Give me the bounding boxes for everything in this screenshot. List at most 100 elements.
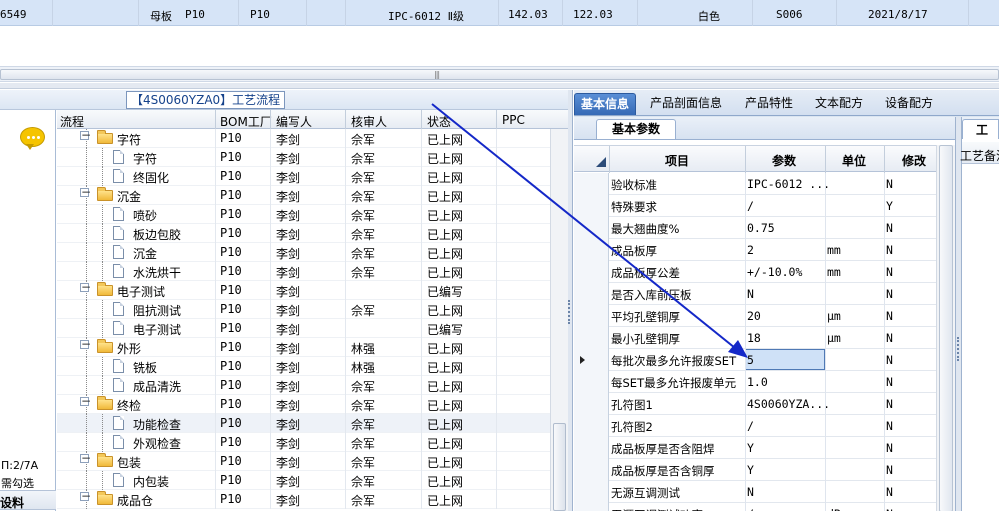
row-header[interactable] [574,305,609,327]
param-row[interactable]: 孔符图1 4S0060YZA... N [574,393,936,415]
col-header-modify[interactable]: 修改 [902,152,926,169]
tree-scrollbar-thumb[interactable] [553,423,566,511]
scrollbar-thumb[interactable] [0,69,999,80]
tree-row[interactable]: − 电子测试 P10 李剑 已编写 [57,281,550,300]
tree-row[interactable]: 板边包胶 P10 李剑 佘军 已上网 [57,224,550,243]
param-value-cell[interactable]: 0.75 [747,221,775,235]
param-value-cell[interactable]: Y [747,441,754,455]
row-header[interactable] [574,195,609,217]
row-header[interactable] [574,371,609,393]
param-row[interactable]: 无源互调测试功率 / dBm N [574,503,936,511]
row-header[interactable] [574,393,609,415]
tree-row[interactable]: − 字符 P10 李剑 佘军 已上网 [57,129,550,148]
process-notes-tab[interactable]: 工 [976,121,988,138]
col-header-reviewer[interactable]: 核审人 [351,113,387,130]
collapse-icon[interactable]: − [80,395,91,407]
subtab-basic-params[interactable]: 基本参数 [596,119,676,139]
col-header-status[interactable]: 状态 [427,113,451,130]
row-header[interactable] [574,459,609,481]
tab-equipment-recipe[interactable]: 设备配方 [879,93,939,115]
top-grid-row[interactable]: 6549 母板 P10 P10 IPC-6012 Ⅱ级 142.03 122.0… [0,0,999,26]
row-header[interactable] [574,437,609,459]
tree-row[interactable]: − 成品仓 P10 李剑 佘军 已上网 [57,490,550,509]
param-value-cell[interactable]: / [747,199,754,213]
param-value-cell[interactable]: Y [747,463,754,477]
tree-row[interactable]: 字符 P10 李剑 佘军 已上网 [57,148,550,167]
tree-row[interactable]: 水洗烘干 P10 李剑 佘军 已上网 [57,262,550,281]
param-value-cell[interactable]: 18 [747,331,761,345]
param-value-cell[interactable]: N [747,287,754,301]
collapse-icon[interactable]: − [80,452,91,464]
tree-vertical-scrollbar[interactable] [550,129,568,511]
row-header[interactable] [574,327,609,349]
param-row[interactable]: 最大翘曲度% 0.75 N [574,217,936,239]
right-splitter[interactable] [955,117,962,511]
active-cell-editor[interactable] [745,349,825,370]
param-row[interactable]: 无源互调测试 N N [574,481,936,503]
vertical-splitter[interactable] [568,90,573,511]
col-header-ppc[interactable]: PPC [502,113,525,127]
param-value-cell[interactable]: 4S0060YZA... [747,397,830,411]
params-vertical-scrollbar[interactable] [936,145,955,511]
param-value-cell[interactable]: 5 [747,353,754,367]
col-header-flow[interactable]: 流程 [60,113,84,130]
collapse-icon[interactable]: − [80,490,91,502]
param-row[interactable]: 最小孔壁铜厚 18 μm N [574,327,936,349]
param-row[interactable]: 成品板厚是否含阻焊 Y N [574,437,936,459]
param-value-cell[interactable]: 1.0 [747,375,768,389]
horizontal-splitter[interactable] [0,83,999,89]
param-row[interactable]: 成品板厚是否含铜厚 Y N [574,459,936,481]
collapse-icon[interactable]: − [80,186,91,198]
tree-row[interactable]: 铣板 P10 李剑 林强 已上网 [57,357,550,376]
tab-product-features[interactable]: 产品特性 [739,93,799,115]
tree-row[interactable]: 沉金 P10 李剑 佘军 已上网 [57,243,550,262]
collapse-icon[interactable]: − [80,129,91,141]
param-value-cell[interactable]: / [747,507,754,511]
param-row[interactable]: 每批次最多允许报废SET 5 N [574,349,936,371]
row-header[interactable] [574,415,609,437]
horizontal-scrollbar[interactable]: ||| [0,66,999,82]
param-row[interactable]: 每SET最多允许报废单元 1.0 N [574,371,936,393]
collapse-icon[interactable]: − [80,281,91,293]
param-value-cell[interactable]: N [747,485,754,499]
tree-row[interactable]: 外观检查 P10 李剑 佘军 已上网 [57,433,550,452]
param-row[interactable]: 平均孔壁铜厚 20 μm N [574,305,936,327]
row-header[interactable] [574,503,609,511]
tree-row[interactable]: − 沉金 P10 李剑 佘军 已上网 [57,186,550,205]
tree-row[interactable]: 终固化 P10 李剑 佘军 已上网 [57,167,550,186]
param-value-cell[interactable]: 2 [747,243,754,257]
param-row[interactable]: 验收标准 IPC-6012 ... N [574,173,936,195]
chat-bubble-icon[interactable] [20,127,45,150]
col-header-unit[interactable]: 单位 [842,152,866,169]
tab-basic-info[interactable]: 基本信息 [574,93,637,115]
row-header[interactable] [574,217,609,239]
params-scrollbar-thumb[interactable] [939,145,953,511]
param-value-cell[interactable]: 20 [747,309,761,323]
param-value-cell[interactable]: IPC-6012 ... [747,177,830,191]
row-header[interactable] [574,173,609,195]
tree-row[interactable]: 功能检查 P10 李剑 佘军 已上网 [57,414,550,433]
process-flow-title[interactable]: 【4S0060YZA0】工艺流程 [126,91,286,109]
tab-text-recipe[interactable]: 文本配方 [809,93,869,115]
col-header-bom[interactable]: BOM工厂 [220,113,272,130]
col-header-item[interactable]: 项目 [665,152,689,169]
tree-row[interactable]: − 包装 P10 李剑 佘军 已上网 [57,452,550,471]
col-header-param[interactable]: 参数 [772,152,796,169]
row-header[interactable] [574,239,609,261]
tree-row[interactable]: 喷砂 P10 李剑 佘军 已上网 [57,205,550,224]
param-row[interactable]: 成品板厚公差 +/-10.0% mm N [574,261,936,283]
param-row[interactable]: 孔符图2 / N [574,415,936,437]
tree-row[interactable]: 成品清洗 P10 李剑 佘军 已上网 [57,376,550,395]
tree-row[interactable]: − 终检 P10 李剑 佘军 已上网 [57,395,550,414]
param-value-cell[interactable]: +/-10.0% [747,265,802,279]
tree-row[interactable]: 内包装 P10 李剑 佘军 已上网 [57,471,550,490]
col-header-writer[interactable]: 编写人 [276,113,312,130]
row-header[interactable] [574,349,609,371]
tree-row[interactable]: 阻抗测试 P10 李剑 佘军 已上网 [57,300,550,319]
collapse-icon[interactable]: − [80,338,91,350]
param-value-cell[interactable]: / [747,419,754,433]
param-row[interactable]: 是否入库前压板 N N [574,283,936,305]
tree-row[interactable]: − 外形 P10 李剑 林强 已上网 [57,338,550,357]
row-header[interactable] [574,283,609,305]
row-header[interactable] [574,261,609,283]
